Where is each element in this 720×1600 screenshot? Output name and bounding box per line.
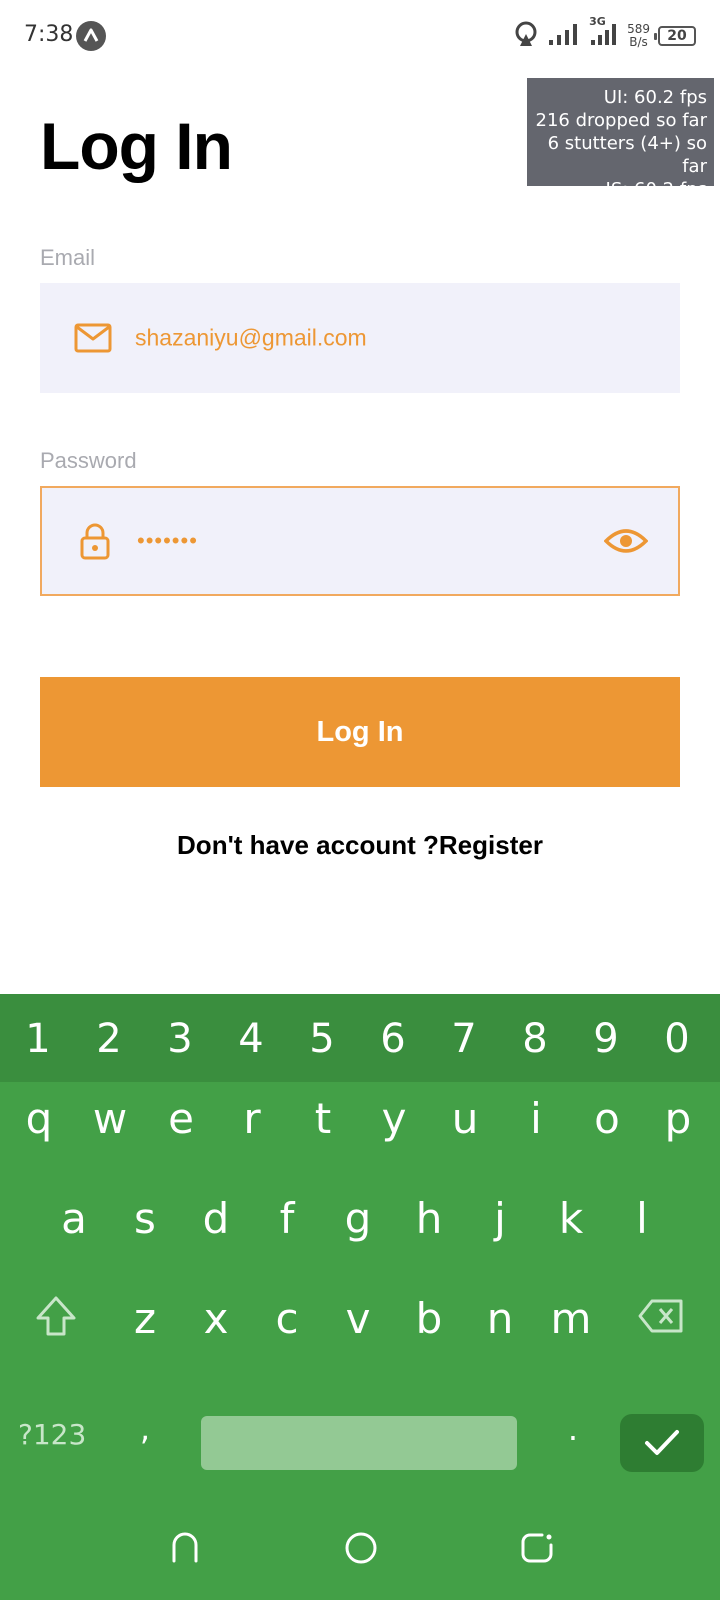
navigation-bar xyxy=(0,1519,720,1600)
key-u[interactable]: u xyxy=(437,1094,493,1143)
password-value[interactable]: ••••••• xyxy=(137,528,198,554)
comma-key[interactable]: , xyxy=(130,1410,160,1448)
page-title: Log In xyxy=(40,109,233,183)
status-time: 7:38 xyxy=(24,22,74,47)
key-j[interactable]: j xyxy=(472,1194,528,1243)
key-9[interactable]: 9 xyxy=(581,1016,631,1062)
key-w[interactable]: w xyxy=(82,1094,138,1143)
symbols-key[interactable]: ?123 xyxy=(18,1418,86,1451)
key-n[interactable]: n xyxy=(472,1294,528,1343)
key-s[interactable]: s xyxy=(117,1194,173,1243)
key-i[interactable]: i xyxy=(508,1094,564,1143)
key-p[interactable]: p xyxy=(650,1094,706,1143)
status-icons: 3G 589 B/s 20 xyxy=(513,15,696,53)
key-z[interactable]: z xyxy=(117,1294,173,1343)
email-value[interactable]: shazaniyu@gmail.com xyxy=(135,325,367,352)
perf-dropped: 216 dropped so far xyxy=(535,110,707,131)
key-8[interactable]: 8 xyxy=(510,1016,560,1062)
battery-icon: 20 xyxy=(654,26,696,46)
key-h[interactable]: h xyxy=(401,1194,457,1243)
key-e[interactable]: e xyxy=(153,1094,209,1143)
key-t[interactable]: t xyxy=(295,1094,351,1143)
soft-keyboard: 1 2 3 4 5 6 7 8 9 0 q w e r t y u i o p … xyxy=(0,994,720,1600)
nav-back-icon[interactable] xyxy=(168,1531,202,1570)
email-label: Email xyxy=(40,245,96,270)
key-l[interactable]: l xyxy=(614,1194,670,1243)
key-4[interactable]: 4 xyxy=(226,1016,276,1062)
perf-stutters: 6 stutters (4+) so far xyxy=(547,133,707,177)
period-key[interactable]: . xyxy=(558,1410,588,1448)
key-m[interactable]: m xyxy=(543,1294,599,1343)
net-speed: 589 B/s xyxy=(627,23,650,49)
battery-level: 20 xyxy=(667,28,687,44)
key-3[interactable]: 3 xyxy=(155,1016,205,1062)
hotspot-icon xyxy=(513,20,539,53)
login-button[interactable]: Log In xyxy=(40,677,680,787)
key-f[interactable]: f xyxy=(259,1194,315,1243)
key-x[interactable]: x xyxy=(188,1294,244,1343)
app-status-icon xyxy=(76,21,106,51)
register-link[interactable]: Don't have account ?Register xyxy=(0,830,720,861)
key-5[interactable]: 5 xyxy=(297,1016,347,1062)
key-y[interactable]: y xyxy=(366,1094,422,1143)
key-0[interactable]: 0 xyxy=(652,1016,702,1062)
key-g[interactable]: g xyxy=(330,1194,386,1243)
perf-js-fps: JS: 60.2 fps xyxy=(605,179,707,200)
perf-ui-fps: UI: 60.2 fps xyxy=(603,87,707,108)
key-2[interactable]: 2 xyxy=(84,1016,134,1062)
key-a[interactable]: a xyxy=(46,1194,102,1243)
backspace-icon[interactable] xyxy=(638,1298,684,1334)
lock-icon xyxy=(76,522,114,560)
signal-icon xyxy=(547,22,581,51)
key-1[interactable]: 1 xyxy=(13,1016,63,1062)
mail-icon xyxy=(74,319,112,357)
key-v[interactable]: v xyxy=(330,1294,386,1343)
key-o[interactable]: o xyxy=(579,1094,635,1143)
perf-monitor-overlay: UI: 60.2 fps 216 dropped so far 6 stutte… xyxy=(527,78,714,200)
key-r[interactable]: r xyxy=(224,1094,280,1143)
key-b[interactable]: b xyxy=(401,1294,457,1343)
signal-3g-icon: 3G xyxy=(589,15,619,51)
status-bar: 7:38 3G 589 B/s 20 xyxy=(0,0,720,72)
space-key[interactable] xyxy=(201,1416,517,1470)
key-6[interactable]: 6 xyxy=(368,1016,418,1062)
password-field[interactable]: ••••••• xyxy=(40,486,680,596)
shift-icon[interactable] xyxy=(34,1294,78,1338)
nav-recents-icon[interactable] xyxy=(520,1531,554,1570)
nav-home-icon[interactable] xyxy=(344,1531,378,1570)
key-c[interactable]: c xyxy=(259,1294,315,1343)
key-7[interactable]: 7 xyxy=(439,1016,489,1062)
eye-icon[interactable] xyxy=(603,524,649,558)
keyboard-number-row: 1 2 3 4 5 6 7 8 9 0 xyxy=(0,994,720,1082)
network-type: 3G xyxy=(589,14,606,28)
key-k[interactable]: k xyxy=(543,1194,599,1243)
check-icon xyxy=(644,1429,680,1462)
password-label: Password xyxy=(40,448,137,473)
enter-key[interactable] xyxy=(620,1414,704,1472)
email-field[interactable]: shazaniyu@gmail.com xyxy=(40,283,680,393)
key-d[interactable]: d xyxy=(188,1194,244,1243)
key-q[interactable]: q xyxy=(11,1094,67,1143)
net-speed-unit: B/s xyxy=(629,35,648,49)
